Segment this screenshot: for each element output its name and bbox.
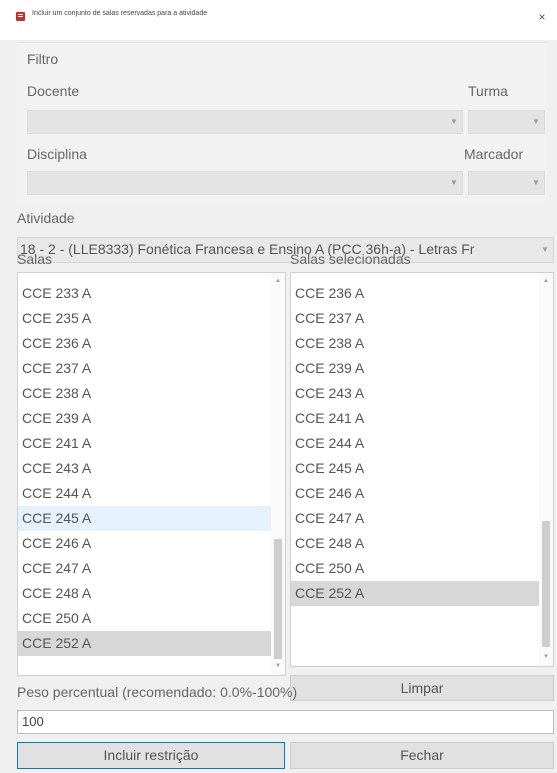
docente-select[interactable]: ▼ xyxy=(27,110,463,134)
selected-scrollbar[interactable]: ▲ ▼ xyxy=(539,273,553,666)
list-item[interactable]: CCE 239 A xyxy=(18,406,273,431)
list-item[interactable]: CCE 243 A xyxy=(18,456,273,481)
list-item[interactable]: CCE 238 A xyxy=(291,331,541,356)
list-item[interactable]: CCE 237 A xyxy=(18,356,273,381)
peso-label: Peso percentual (recomendado: 0.0%-100%) xyxy=(17,684,298,700)
marcador-label: Marcador xyxy=(464,146,524,162)
list-item[interactable]: CCE 247 A xyxy=(291,506,541,531)
atividade-value: 18 - 2 - (LLE8333) Fonética Francesa e E… xyxy=(20,241,475,257)
peso-input[interactable]: 100 xyxy=(17,710,554,734)
chevron-down-icon: ▼ xyxy=(541,245,549,254)
list-item[interactable]: CCE 244 A xyxy=(18,481,273,506)
list-item[interactable]: CCE 235 A xyxy=(18,306,273,331)
list-item[interactable]: CCE 252 A xyxy=(18,631,273,656)
chevron-down-icon: ▼ xyxy=(450,178,458,187)
list-item[interactable]: CCE 247 A xyxy=(18,556,273,581)
close-icon[interactable]: × xyxy=(531,8,553,26)
rooms-scroll-thumb[interactable] xyxy=(274,539,282,659)
chevron-down-icon: ▼ xyxy=(532,178,540,187)
selected-rooms-items: CCE 236 A CCE 237 A CCE 238 A CCE 239 A CCE … xyxy=(291,281,541,606)
list-item[interactable]: CCE 252 A xyxy=(291,581,541,606)
fechar-button[interactable]: Fechar xyxy=(290,742,554,769)
window-title: Incluir um conjunto de salas reservadas … xyxy=(32,10,208,17)
list-item[interactable]: CCE 250 A xyxy=(18,606,273,631)
list-item[interactable]: CCE 245 A xyxy=(291,456,541,481)
scroll-up-icon[interactable]: ▲ xyxy=(271,275,285,288)
chevron-down-icon: ▼ xyxy=(450,117,458,126)
chevron-down-icon: ▼ xyxy=(532,117,540,126)
list-item[interactable]: CCE 236 A xyxy=(18,331,273,356)
list-item[interactable]: CCE 248 A xyxy=(291,531,541,556)
list-item[interactable]: CCE 241 A xyxy=(291,406,541,431)
selected-rooms-list[interactable]: CCE 236 A CCE 237 A CCE 238 A CCE 239 A CCE … xyxy=(290,272,554,667)
list-item[interactable]: CCE 243 A xyxy=(291,381,541,406)
incluir-restricao-button[interactable]: Incluir restrição xyxy=(17,742,285,769)
salas-label: Salas xyxy=(17,251,53,267)
list-item[interactable]: CCE 250 A xyxy=(291,556,541,581)
list-item[interactable]: CCE 237 A xyxy=(291,306,541,331)
selected-scroll-thumb[interactable] xyxy=(542,521,550,647)
list-item[interactable]: CCE 244 A xyxy=(291,431,541,456)
rooms-scrollbar[interactable]: ▲ ▼ xyxy=(271,273,285,675)
list-item[interactable]: CCE 248 A xyxy=(18,581,273,606)
docente-label: Docente xyxy=(27,83,80,99)
list-item[interactable]: CCE 233 A xyxy=(18,281,273,306)
marcador-select[interactable]: ▼ xyxy=(468,171,545,195)
list-item[interactable]: CCE 246 A xyxy=(291,481,541,506)
scroll-down-icon[interactable]: ▼ xyxy=(271,660,285,673)
turma-select[interactable]: ▼ xyxy=(468,110,545,134)
list-item[interactable]: CCE 241 A xyxy=(18,431,273,456)
scroll-up-icon[interactable]: ▲ xyxy=(539,275,553,288)
atividade-select[interactable]: 18 - 2 - (LLE8333) Fonética Francesa e E… xyxy=(17,237,554,263)
list-item[interactable]: CCE 239 A xyxy=(291,356,541,381)
salas-selecionadas-label: Salas selecionadas xyxy=(290,251,411,267)
turma-label: Turma xyxy=(468,83,508,99)
title-bar: Incluir um conjunto de salas reservadas … xyxy=(0,0,557,40)
disciplina-select[interactable]: ▼ xyxy=(27,171,463,195)
app-icon xyxy=(16,12,25,21)
list-item[interactable]: CCE 245 A xyxy=(18,506,273,531)
filter-group-label: Filtro xyxy=(27,51,59,67)
list-item[interactable]: CCE 246 A xyxy=(18,531,273,556)
rooms-list[interactable]: CCE 233 A CCE 235 A CCE 236 A CCE 237 A CCE … xyxy=(17,272,286,676)
rooms-items: CCE 233 A CCE 235 A CCE 236 A CCE 237 A CCE … xyxy=(18,281,273,656)
limpar-button[interactable]: Limpar xyxy=(290,675,554,701)
list-item[interactable]: CCE 238 A xyxy=(18,381,273,406)
scroll-down-icon[interactable]: ▼ xyxy=(539,651,553,664)
disciplina-label: Disciplina xyxy=(27,146,87,162)
atividade-label: Atividade xyxy=(17,210,75,226)
list-item[interactable]: CCE 236 A xyxy=(291,281,541,306)
